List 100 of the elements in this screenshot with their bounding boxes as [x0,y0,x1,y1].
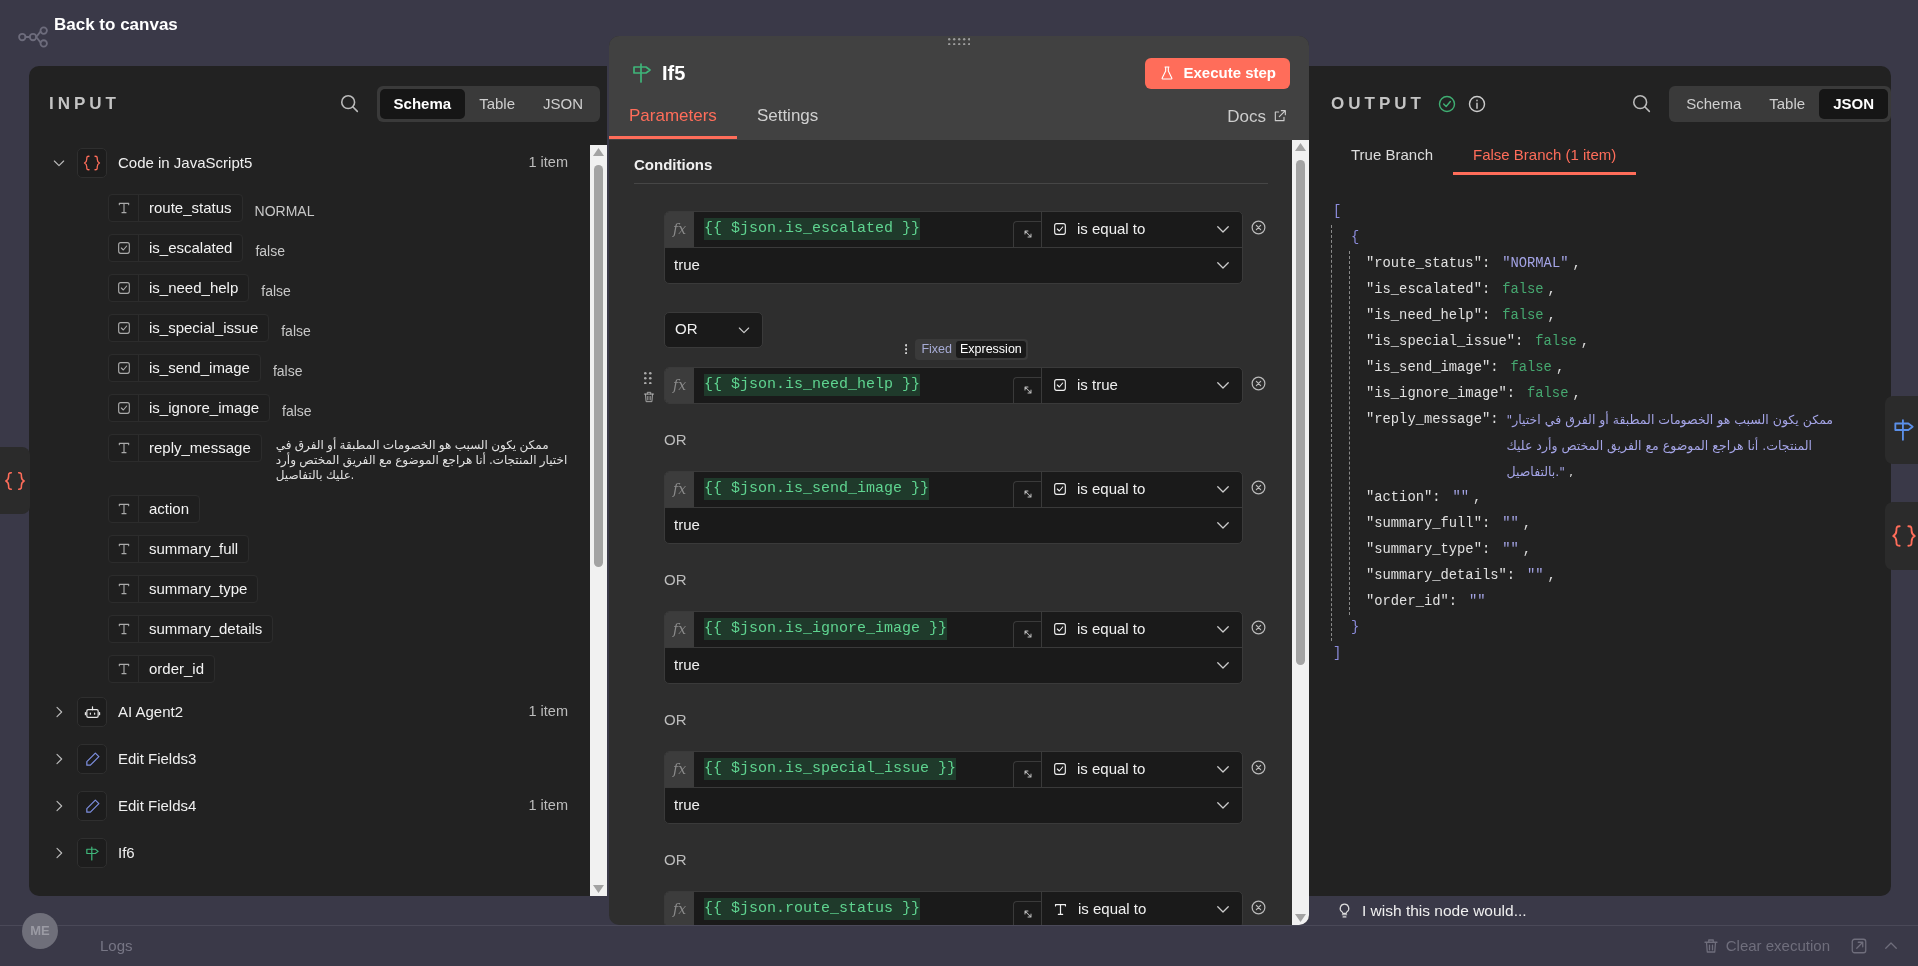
expand-icon[interactable] [1013,376,1041,403]
success-check-icon [1436,94,1457,114]
operator-select[interactable]: is true [1041,367,1242,403]
search-icon[interactable] [338,93,361,115]
value-select[interactable]: true [665,506,1242,543]
node-name[interactable]: Code in JavaScript5 [118,151,253,175]
field-chip[interactable]: summary_full [108,535,250,563]
popout-icon[interactable] [1850,937,1868,955]
mode-option[interactable]: Fixed [917,340,956,358]
field-chip[interactable]: summary_type [108,575,259,603]
combinator-select[interactable]: OR [664,311,763,348]
field-chip[interactable]: reply_message [108,434,262,462]
info-icon[interactable] [1466,94,1487,114]
expression-field[interactable]: {{ $json.is_need_help }} [694,367,1041,403]
branch-tab[interactable]: True Branch [1331,139,1453,175]
remove-icon[interactable] [1250,758,1267,776]
value-select[interactable]: true [665,786,1242,823]
field-chip[interactable]: order_id [108,655,216,683]
drag-handle[interactable] [947,38,971,46]
combinator-label: OR [664,429,688,450]
value-select[interactable]: true [665,246,1242,283]
operator-select[interactable]: is equal to [1041,471,1242,507]
expression-field[interactable]: {{ $json.is_special_issue }} [694,751,1041,787]
previous-node-tab[interactable] [0,447,30,514]
docs-link[interactable]: Docs [1227,99,1288,140]
combinator-label: OR [664,709,688,730]
feedback-link[interactable]: I wish this node would... [1362,898,1527,923]
view-tab[interactable]: JSON [1819,88,1888,120]
field-chip[interactable]: route_status [108,194,243,222]
json-key: "order_id": [1366,589,1458,615]
panel-tab[interactable]: Parameters [609,99,737,140]
checkbox-type-icon [1052,761,1068,777]
expand-icon[interactable] [1013,220,1041,247]
field-chip[interactable]: is_need_help [108,274,250,302]
operator-select[interactable]: is equal to [1041,751,1242,787]
operator-select[interactable]: is equal to [1041,891,1242,925]
field-chip[interactable]: action [108,495,201,523]
expression-field[interactable]: {{ $json.is_send_image }} [694,471,1041,507]
remove-icon[interactable] [1250,618,1267,636]
panel-tab[interactable]: Settings [736,99,839,140]
json-value: false , [1502,307,1556,325]
scroll-thumb[interactable] [1296,160,1305,665]
field-chip[interactable]: is_ignore_image [108,394,271,422]
field-name: is_need_help [148,277,240,298]
expression-field[interactable]: {{ $json.is_escalated }} [694,211,1041,247]
remove-icon[interactable] [1250,374,1267,392]
expand-icon[interactable] [1013,480,1041,507]
panel-title: INPUT [49,93,120,116]
mode-option[interactable]: Expression [955,340,1026,358]
panel-title: OUTPUT [1331,93,1425,116]
expand-icon[interactable] [1013,900,1041,925]
back-to-canvas-link[interactable]: Back to canvas [54,12,178,38]
remove-icon[interactable] [1250,478,1267,496]
view-tab[interactable]: Schema [379,88,466,120]
field-chip[interactable]: is_special_issue [108,314,270,342]
json-key: "summary_type": [1366,537,1491,563]
mode-toggle[interactable]: Fixed Expression [915,338,1028,360]
scroll-thumb[interactable] [594,165,603,567]
view-tab[interactable]: Table [1755,88,1820,120]
next-node-tab[interactable] [1885,502,1918,570]
field-chip[interactable]: is_escalated [108,234,244,262]
node-name[interactable]: If6 [118,841,135,865]
expand-icon[interactable] [1013,760,1041,787]
field-name: summary_details [148,618,264,639]
branch-tab[interactable]: False Branch (1 item) [1453,139,1637,175]
next-node-tab[interactable] [1885,396,1918,464]
json-value: false , [1502,281,1556,299]
field-chip[interactable]: is_send_image [108,354,261,382]
operator-select[interactable]: is equal to [1041,611,1242,647]
grip-handle[interactable] [644,371,652,385]
node-name[interactable]: AI Agent2 [118,700,184,724]
operator-select[interactable]: is equal to [1041,211,1242,247]
scrollbar[interactable] [1292,140,1309,925]
node-name[interactable]: Edit Fields3 [118,747,197,771]
node-name[interactable]: Edit Fields4 [118,794,197,818]
scrollbar[interactable] [590,145,607,896]
field-value: false [281,322,311,341]
json-value: "NORMAL" , [1502,255,1581,273]
field-chip[interactable]: summary_details [108,615,274,643]
view-tab[interactable]: Table [465,88,529,120]
json-key: "action": [1366,485,1441,511]
remove-icon[interactable] [1250,898,1267,916]
json-key: "summary_details": [1366,563,1516,589]
field-name: is_send_image [148,357,251,378]
node-title: If5 [662,61,686,87]
braces-icon [4,469,26,492]
expression-field[interactable]: {{ $json.route_status }} [694,891,1041,925]
expression-field[interactable]: {{ $json.is_ignore_image }} [694,611,1041,647]
json-key: "is_escalated": [1366,277,1491,303]
trash-icon [1701,937,1720,955]
expression-badge: fx [665,611,694,647]
checkbox-type-icon [1052,621,1068,637]
view-tab[interactable]: Schema [1672,88,1756,120]
expression-badge: fx [665,891,694,925]
delete-icon[interactable] [642,389,656,404]
value-select[interactable]: true [665,646,1242,683]
view-tab[interactable]: JSON [529,88,597,120]
remove-icon[interactable] [1250,218,1267,236]
expand-icon[interactable] [1013,620,1041,647]
more-options-icon[interactable] [905,343,908,355]
